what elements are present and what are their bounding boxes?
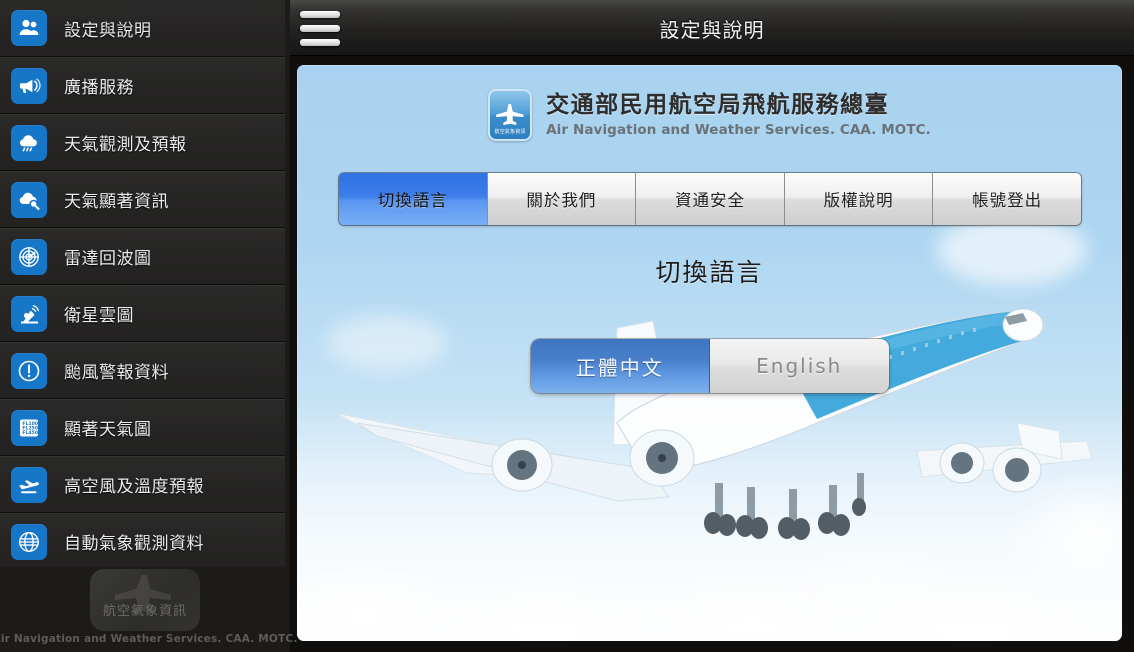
- sidebar-item-label: 雷達回波圖: [64, 249, 152, 269]
- sidebar-item-label: 顯著天氣圖: [64, 420, 152, 440]
- logo-caption: 航空氣象資訊: [494, 129, 526, 135]
- sidebar-item-significant-weather-info[interactable]: 天氣顯著資訊: [0, 171, 285, 228]
- boeing-747-illustration: [334, 308, 1093, 540]
- hamburger-bar: [300, 38, 340, 46]
- sidebar-footer-logo-label: 航空氣象資訊: [102, 604, 187, 619]
- sidebar-footer-caption: Air Navigation and Weather Services. CAA…: [0, 633, 298, 645]
- brand-subtitle: Air Navigation and Weather Services. CAA…: [546, 122, 931, 139]
- cloud-search-icon: [11, 181, 47, 218]
- sidebar-item-label: 颱風警報資料: [64, 363, 169, 383]
- sidebar-item-satellite-cloud-map[interactable]: 衛星雲圖: [0, 285, 285, 342]
- svg-text:FL450: FL450: [22, 430, 38, 436]
- sidebar-item-label: 天氣顯著資訊: [64, 192, 169, 212]
- airplane-glyph-icon: [496, 104, 524, 125]
- sidebar-item-auto-weather-observation[interactable]: 自動氣象觀測資料: [0, 513, 285, 570]
- sidebar-item-label: 高空風及溫度預報: [64, 477, 204, 497]
- sidebar-item-label: 天氣觀測及預報: [64, 135, 187, 155]
- sidebar-item-upper-wind-temp-forecast[interactable]: 高空風及溫度預報: [0, 456, 285, 513]
- users-settings-icon: [11, 10, 47, 46]
- tab-about-us[interactable]: 關於我們: [487, 173, 637, 225]
- sidebar-item-settings-help[interactable]: 設定與說明: [0, 0, 285, 57]
- takeoff-plane-icon: [11, 466, 47, 503]
- cloud-rain-icon: [11, 124, 47, 161]
- sidebar-nav-list: 設定與說明 廣播服務 天氣觀測及預報 天氣顯著資訊 雷達回波圖 衛星雲圖 颱風警…: [0, 0, 290, 570]
- sidebar-item-label: 設定與說明: [64, 20, 152, 41]
- main-area: 設定與說明 航空氣象資訊 交通部民用航空局飛航服務總臺 Air Navigati…: [290, 0, 1134, 652]
- globe-icon: [11, 523, 47, 560]
- tab-bar: 切換語言 關於我們 資通安全 版權說明 帳號登出: [339, 173, 1081, 225]
- sidebar-item-weather-observation[interactable]: 天氣觀測及預報: [0, 114, 285, 171]
- language-option-english[interactable]: English: [710, 339, 889, 393]
- sidebar-item-label: 衛星雲圖: [64, 306, 134, 326]
- section-title: 切換語言: [655, 258, 764, 287]
- sidebar-item-radar-echo[interactable]: 雷達回波圖: [0, 228, 285, 285]
- sidebar-item-significant-weather-chart[interactable]: FL100 FL250 FL450 顯著天氣圖: [0, 399, 285, 456]
- sidebar-footer: 航空氣象資訊 Air Navigation and Weather Servic…: [0, 567, 297, 652]
- hamburger-bar: [300, 10, 340, 18]
- sidebar-item-typhoon-warning[interactable]: 颱風警報資料: [0, 342, 285, 399]
- sidebar-footer-logo: 航空氣象資訊: [90, 569, 200, 631]
- satellite-dish-icon: [11, 295, 47, 332]
- hamburger-icon[interactable]: [298, 8, 342, 48]
- airplane-logo-icon: 航空氣象資訊: [488, 89, 533, 141]
- tab-logout[interactable]: 帳號登出: [933, 173, 1081, 225]
- tab-copyright[interactable]: 版權說明: [784, 173, 934, 225]
- language-toggle: 正體中文 English: [530, 339, 889, 393]
- brand-title: 交通部民用航空局飛航服務總臺: [546, 91, 890, 118]
- hamburger-bar: [300, 24, 340, 32]
- exclamation-circle-icon: [11, 352, 47, 389]
- sidebar: 設定與說明 廣播服務 天氣觀測及預報 天氣顯著資訊 雷達回波圖 衛星雲圖 颱風警…: [0, 0, 297, 652]
- app-root: 設定與說明 廣播服務 天氣觀測及預報 天氣顯著資訊 雷達回波圖 衛星雲圖 颱風警…: [0, 0, 1134, 652]
- brand-header: 航空氣象資訊 交通部民用航空局飛航服務總臺 Air Navigation and…: [297, 89, 1122, 141]
- top-bar: 設定與說明: [290, 0, 1134, 56]
- flight-level-chart-icon: FL100 FL250 FL450: [11, 409, 47, 446]
- megaphone-icon: [11, 67, 47, 104]
- sidebar-item-broadcast[interactable]: 廣播服務: [0, 57, 285, 114]
- content-panel: 航空氣象資訊 交通部民用航空局飛航服務總臺 Air Navigation and…: [297, 65, 1122, 641]
- sidebar-item-label: 廣播服務: [64, 78, 134, 98]
- tab-information-security[interactable]: 資通安全: [636, 173, 785, 225]
- radar-icon: [11, 238, 47, 275]
- language-option-traditional-chinese[interactable]: 正體中文: [530, 339, 710, 393]
- page-title: 設定與說明: [659, 17, 765, 42]
- brand-text: 交通部民用航空局飛航服務總臺 Air Navigation and Weathe…: [546, 92, 931, 139]
- tab-switch-language[interactable]: 切換語言: [339, 173, 488, 225]
- sidebar-item-label: 自動氣象觀測資料: [64, 534, 204, 554]
